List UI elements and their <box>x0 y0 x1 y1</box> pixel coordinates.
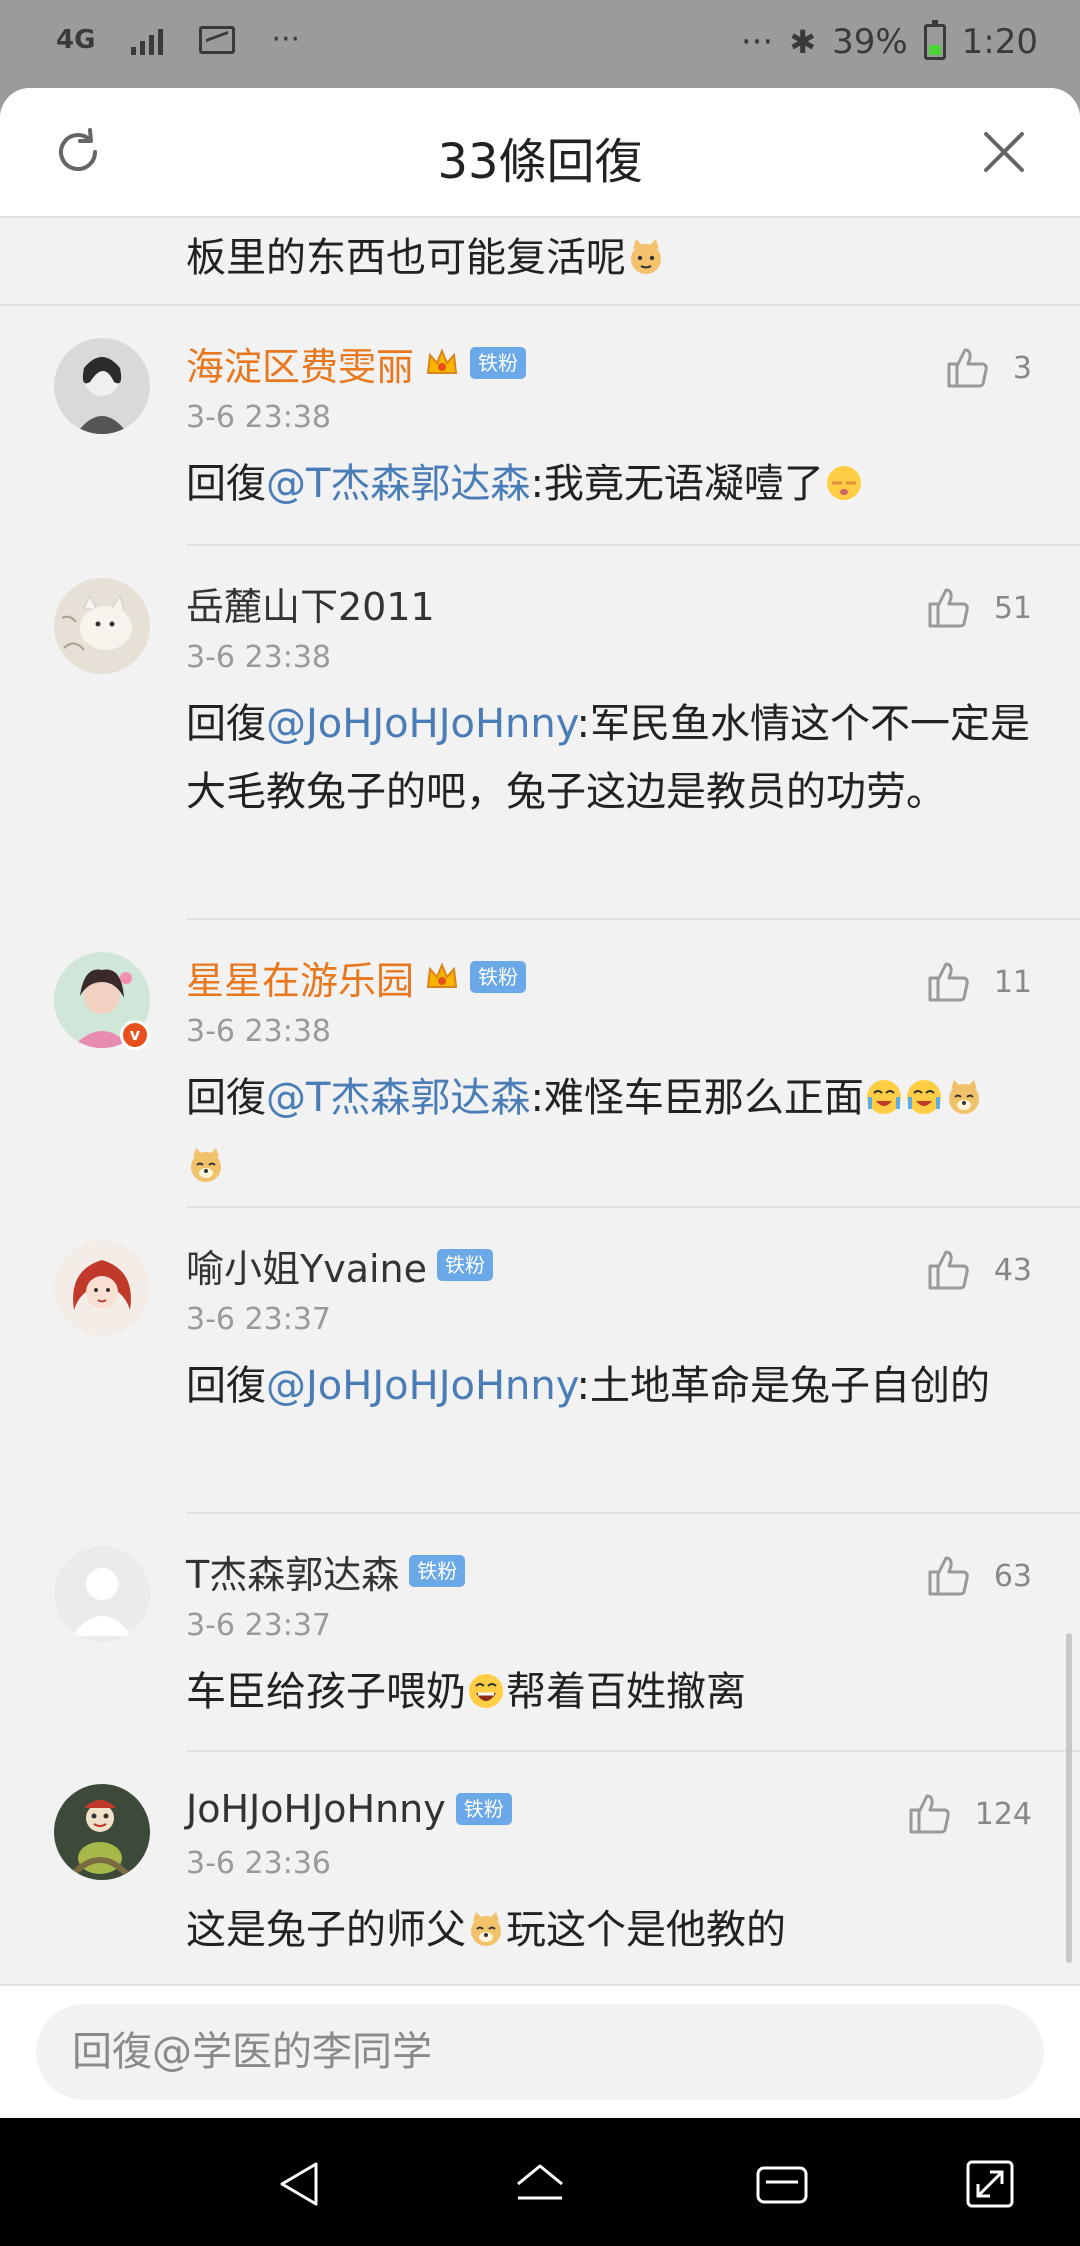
fan-badge: 铁粉 <box>470 347 527 379</box>
thumbs-up-icon <box>928 962 969 1002</box>
comment-text: 回復@JoHJoHJoHnny:军民鱼水情这个不一定是大毛教兔子的吧，兔子这边是… <box>186 701 1030 815</box>
comment-text: 这是兔子的师父 玩这个是他教的 <box>186 1907 786 1953</box>
username[interactable]: 喻小姐Yvaine <box>186 1238 427 1293</box>
more-status-icon: ··· <box>740 22 774 62</box>
fan-badge: 铁粉 <box>437 1249 494 1281</box>
username[interactable]: 星星在游乐园 <box>186 950 414 1005</box>
verified-badge-icon: v <box>120 1020 150 1050</box>
battery-icon <box>923 20 946 60</box>
doge-emoji-icon <box>471 1912 501 1946</box>
scrollbar[interactable] <box>1066 1633 1072 1963</box>
username[interactable]: JoHJoHJoHnny <box>186 1787 446 1831</box>
reply-bar <box>0 1984 1080 2118</box>
like-button[interactable]: 63 <box>924 1552 1032 1600</box>
comment-item: v 星星在游乐园 铁粉 3-6 23:38 回復@T杰森郭达森:难怪车臣那么正面… <box>0 920 1080 1208</box>
timestamp: 3-6 23:36 <box>186 1846 331 1881</box>
comment-item: 海淀区费雯丽 铁粉 3-6 23:38 回復@T杰森郭达森:我竟无语凝噎了 3 <box>0 306 1080 546</box>
mention-link[interactable]: @JoHJoHJoHnny <box>266 701 577 747</box>
thumbs-up-icon <box>928 1250 969 1290</box>
thumbs-up-icon <box>928 1556 969 1596</box>
fan-badge: 铁粉 <box>455 1793 512 1825</box>
bluetooth-icon: ✱ <box>789 23 817 61</box>
like-count: 3 <box>1012 350 1032 386</box>
username[interactable]: 海淀区费雯丽 <box>186 336 414 391</box>
comment-item: JoHJoHJoHnny 铁粉 3-6 23:36 这是兔子的师父 玩这个是他教的… <box>0 1752 1080 1992</box>
comment-item: T杰森郭达森 铁粉 3-6 23:37 车臣给孩子喂奶 帮着百姓撤离 63 <box>0 1514 1080 1752</box>
mention-link[interactable]: @T杰森郭达森 <box>266 461 530 507</box>
like-count: 11 <box>993 964 1032 1000</box>
crying-laugh-emoji-icon <box>906 1080 941 1114</box>
avatar[interactable] <box>54 1784 150 1880</box>
like-button[interactable]: 11 <box>924 958 1032 1006</box>
thumbs-up-icon <box>947 348 988 388</box>
status-bar: 4G ··· ··· ✱ 39% 1:20 <box>0 0 1080 88</box>
previous-comment-tail: 板里的东西也可能复活呢 <box>0 220 1080 306</box>
laughing-emoji-icon <box>469 1674 503 1708</box>
vip-crown-icon <box>426 348 458 374</box>
timestamp: 3-6 23:37 <box>186 1608 331 1643</box>
image-notification-icon <box>199 25 236 54</box>
timestamp: 3-6 23:38 <box>186 400 331 435</box>
shy-face-emoji-icon <box>826 466 861 500</box>
timestamp: 3-6 23:37 <box>186 1302 331 1337</box>
cat-emoji-icon <box>631 239 661 274</box>
like-count: 51 <box>993 590 1032 626</box>
comment-item: 岳麓山下2011 3-6 23:38 回復@JoHJoHJoHnny:军民鱼水情… <box>0 546 1080 920</box>
system-nav-bar <box>0 2118 1080 2246</box>
mention-link[interactable]: @T杰森郭达森 <box>266 1075 530 1121</box>
timestamp: 3-6 23:38 <box>186 640 331 675</box>
avatar[interactable] <box>54 338 150 434</box>
comment-text: 车臣给孩子喂奶 帮着百姓撤离 <box>186 1669 746 1715</box>
comment-list: 板里的东西也可能复活呢 海淀区费雯丽 铁粉 3-6 23:38 回復@T杰森郭达… <box>0 220 1080 1992</box>
expand-icon[interactable] <box>960 2154 1020 2214</box>
username[interactable]: 岳麓山下2011 <box>186 576 435 631</box>
like-count: 124 <box>974 1796 1032 1832</box>
like-button[interactable]: 124 <box>905 1790 1032 1838</box>
comment-text: 板里的东西也可能复活呢 <box>186 235 626 281</box>
replies-sheet: 33條回復 板里的东西也可能复活呢 海淀区费雯丽 铁粉 3-6 23:38 回復… <box>0 88 1080 2118</box>
avatar[interactable] <box>54 1546 150 1642</box>
sheet-header: 33條回復 <box>0 88 1080 218</box>
signal-icon <box>131 25 164 55</box>
more-notifications-icon: ··· <box>271 22 301 57</box>
fan-badge: 铁粉 <box>409 1555 466 1587</box>
like-button[interactable]: 43 <box>924 1246 1032 1294</box>
vip-crown-icon <box>426 962 458 988</box>
network-type: 4G <box>56 24 96 55</box>
username[interactable]: T杰森郭达森 <box>186 1544 399 1599</box>
doge-emoji-icon <box>191 1148 221 1182</box>
avatar[interactable] <box>54 578 150 674</box>
comment-text: 回復@T杰森郭达森:难怪车臣那么正面 <box>186 1064 1040 1200</box>
thumbs-up-icon <box>928 588 969 628</box>
timestamp: 3-6 23:38 <box>186 1014 331 1049</box>
crying-laugh-emoji-icon <box>866 1080 901 1114</box>
home-icon[interactable] <box>510 2154 570 2214</box>
recent-apps-icon[interactable] <box>752 2154 812 2214</box>
reply-input[interactable] <box>36 2004 1044 2100</box>
like-button[interactable]: 51 <box>924 584 1032 632</box>
like-count: 43 <box>993 1252 1032 1288</box>
clock: 1:20 <box>961 22 1038 62</box>
back-icon[interactable] <box>270 2154 330 2214</box>
like-count: 63 <box>993 1558 1032 1594</box>
mention-link[interactable]: @JoHJoHJoHnny <box>266 1363 577 1409</box>
comment-item: 喻小姐Yvaine 铁粉 3-6 23:37 回復@JoHJoHJoHnny:土… <box>0 1208 1080 1514</box>
avatar[interactable] <box>54 1240 150 1336</box>
close-icon[interactable] <box>980 128 1028 176</box>
battery-percent: 39% <box>832 22 908 62</box>
thumbs-up-icon <box>909 1794 950 1834</box>
sheet-title: 33條回復 <box>437 134 643 190</box>
like-button[interactable]: 3 <box>943 344 1032 392</box>
comment-text: 回復@T杰森郭达森:我竟无语凝噎了 <box>186 450 1040 518</box>
doge-emoji-icon <box>948 1080 979 1114</box>
fan-badge: 铁粉 <box>470 961 527 993</box>
comment-text: 回復@JoHJoHJoHnny:土地革命是兔子自创的 <box>186 1363 990 1409</box>
